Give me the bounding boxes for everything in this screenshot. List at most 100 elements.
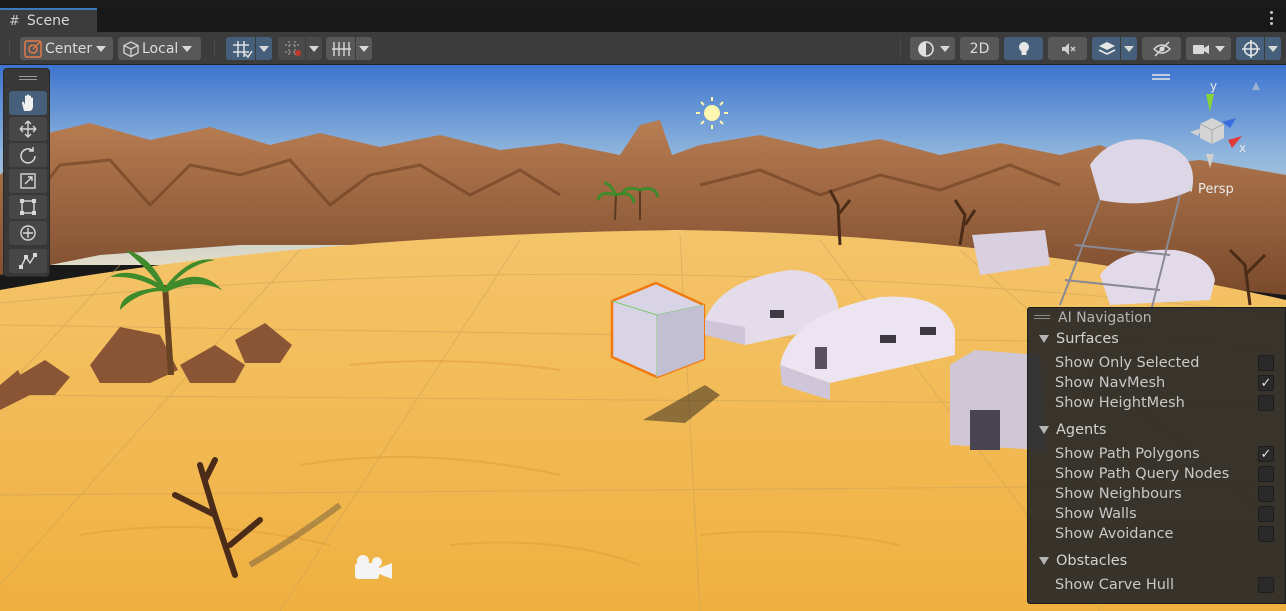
pivot-mode-label: Center xyxy=(45,40,93,57)
checkbox[interactable] xyxy=(1258,577,1274,593)
checkbox[interactable] xyxy=(1258,466,1274,482)
foldout-triangle-icon xyxy=(1039,426,1049,434)
section-surfaces-label: Surfaces xyxy=(1056,331,1119,347)
tool-transform[interactable] xyxy=(9,221,47,245)
checkbox-checked[interactable]: ✓ xyxy=(1258,375,1274,391)
chevron-down-icon xyxy=(96,45,107,52)
pivot-rotation-label: Local xyxy=(142,40,179,57)
effects-dropdown-arrow[interactable] xyxy=(1120,37,1137,60)
option-label: Show Path Polygons xyxy=(1055,446,1200,462)
tab-menu-kebab-icon[interactable] xyxy=(1268,11,1274,25)
toolbar-separator xyxy=(9,38,10,58)
grid-lines-icon xyxy=(332,41,351,56)
scene-toolbar: Center Local 2D xyxy=(0,32,1286,65)
grid-snap-icon xyxy=(233,40,253,58)
ai-navigation-title: AI Navigation xyxy=(1058,310,1152,326)
option-label: Show HeightMesh xyxy=(1055,395,1185,411)
effects-layers-icon xyxy=(1098,41,1116,55)
unity-scene-window: # Scene Center Local 2D y x Persp AI Nav… xyxy=(0,0,1286,611)
option-show-only-selected[interactable]: Show Only Selected xyxy=(1028,353,1286,373)
chevron-down-icon xyxy=(309,45,319,52)
option-show-neighbours[interactable]: Show Neighbours xyxy=(1028,484,1286,504)
gizmo-projection-label: Persp xyxy=(1198,182,1234,197)
scene-visibility-toggle[interactable] xyxy=(1142,37,1181,60)
section-obstacles-label: Obstacles xyxy=(1056,553,1128,569)
chevron-down-icon xyxy=(1268,45,1278,52)
grid-visibility-dropdown[interactable] xyxy=(355,37,372,60)
toolbar-separator xyxy=(900,38,901,58)
tool-move[interactable] xyxy=(9,117,47,141)
gizmos-dropdown[interactable] xyxy=(1236,37,1281,60)
grid-visibility-button[interactable] xyxy=(326,37,372,60)
checkbox[interactable] xyxy=(1258,395,1274,411)
lightbulb-icon xyxy=(1018,41,1029,55)
foldout-triangle-icon xyxy=(1039,557,1049,565)
gizmo-y-label: y xyxy=(1210,79,1217,93)
ai-navigation-header[interactable]: AI Navigation xyxy=(1028,308,1285,328)
tool-rect[interactable] xyxy=(9,195,47,219)
option-show-walls[interactable]: Show Walls xyxy=(1028,504,1286,524)
tool-custom[interactable] xyxy=(9,249,47,273)
pivot-mode-dropdown[interactable]: Center xyxy=(20,37,113,60)
chevron-down-icon xyxy=(359,45,369,52)
tool-hand[interactable] xyxy=(9,91,47,115)
checkbox[interactable] xyxy=(1258,355,1274,371)
option-label: Show Carve Hull xyxy=(1055,577,1174,593)
audio-toggle[interactable] xyxy=(1048,37,1087,60)
move-tool-icon xyxy=(19,120,37,138)
effects-dropdown[interactable] xyxy=(1092,37,1137,60)
tab-bar: # Scene xyxy=(0,0,1286,32)
tab-scene-label: Scene xyxy=(26,13,70,29)
section-agents-label: Agents xyxy=(1056,422,1107,438)
gizmos-dropdown-arrow[interactable] xyxy=(1264,37,1281,60)
section-agents[interactable]: Agents xyxy=(1028,420,1286,440)
checkbox[interactable] xyxy=(1258,486,1274,502)
shading-mode-dropdown[interactable] xyxy=(910,37,955,60)
tool-scale[interactable] xyxy=(9,169,47,193)
option-show-carve-hull[interactable]: Show Carve Hull xyxy=(1028,575,1286,595)
increment-snap-button[interactable] xyxy=(278,37,322,60)
grid-snap-button[interactable] xyxy=(226,37,272,60)
checkbox-checked[interactable]: ✓ xyxy=(1258,446,1274,462)
option-label: Show Path Query Nodes xyxy=(1055,466,1230,482)
tab-scene[interactable]: # Scene xyxy=(0,8,97,32)
option-label: Show Avoidance xyxy=(1055,526,1174,542)
pivot-rotation-dropdown[interactable]: Local xyxy=(118,37,201,60)
checkbox[interactable] xyxy=(1258,506,1274,522)
visibility-eye-slash-icon xyxy=(1152,40,1171,57)
tools-overlay xyxy=(3,68,50,277)
option-show-path-query-nodes[interactable]: Show Path Query Nodes xyxy=(1028,464,1286,484)
mode-2d-label: 2D xyxy=(969,40,990,57)
mode-2d-toggle[interactable]: 2D xyxy=(960,37,999,60)
section-obstacles[interactable]: Obstacles xyxy=(1028,551,1286,571)
camera-settings-dropdown[interactable] xyxy=(1186,37,1231,60)
gizmos-globe-icon xyxy=(1242,39,1260,58)
option-show-navmesh[interactable]: Show NavMesh ✓ xyxy=(1028,373,1286,393)
tools-grip[interactable] xyxy=(19,76,37,80)
option-label: Show Neighbours xyxy=(1055,486,1182,502)
option-label: Show Walls xyxy=(1055,506,1137,522)
scale-tool-icon xyxy=(20,173,36,189)
shading-sphere-icon xyxy=(918,40,934,57)
checkbox[interactable] xyxy=(1258,526,1274,542)
option-show-heightmesh[interactable]: Show HeightMesh xyxy=(1028,393,1286,413)
audio-mute-icon xyxy=(1061,42,1075,55)
overlay-grip-icon xyxy=(1034,315,1050,319)
option-label: Show Only Selected xyxy=(1055,355,1200,371)
transform-tool-icon xyxy=(20,225,36,241)
section-surfaces[interactable]: Surfaces xyxy=(1028,329,1286,349)
lighting-toggle[interactable] xyxy=(1004,37,1043,60)
chevron-down-icon xyxy=(1124,45,1134,52)
orientation-gizmo[interactable]: y x Persp xyxy=(1180,76,1280,201)
grid-snap-dropdown[interactable] xyxy=(255,37,272,60)
ai-navigation-overlay: AI Navigation Surfaces Show Only Selecte… xyxy=(1027,307,1286,604)
top-strip xyxy=(0,0,1286,8)
increment-snap-icon xyxy=(285,40,301,57)
tool-rotate[interactable] xyxy=(9,143,47,167)
option-show-path-polygons[interactable]: Show Path Polygons ✓ xyxy=(1028,444,1286,464)
camera-icon xyxy=(1193,44,1209,54)
increment-snap-dropdown[interactable] xyxy=(305,37,322,60)
local-cube-icon xyxy=(123,40,139,57)
option-show-avoidance[interactable]: Show Avoidance xyxy=(1028,524,1286,544)
rect-tool-icon xyxy=(20,199,36,215)
